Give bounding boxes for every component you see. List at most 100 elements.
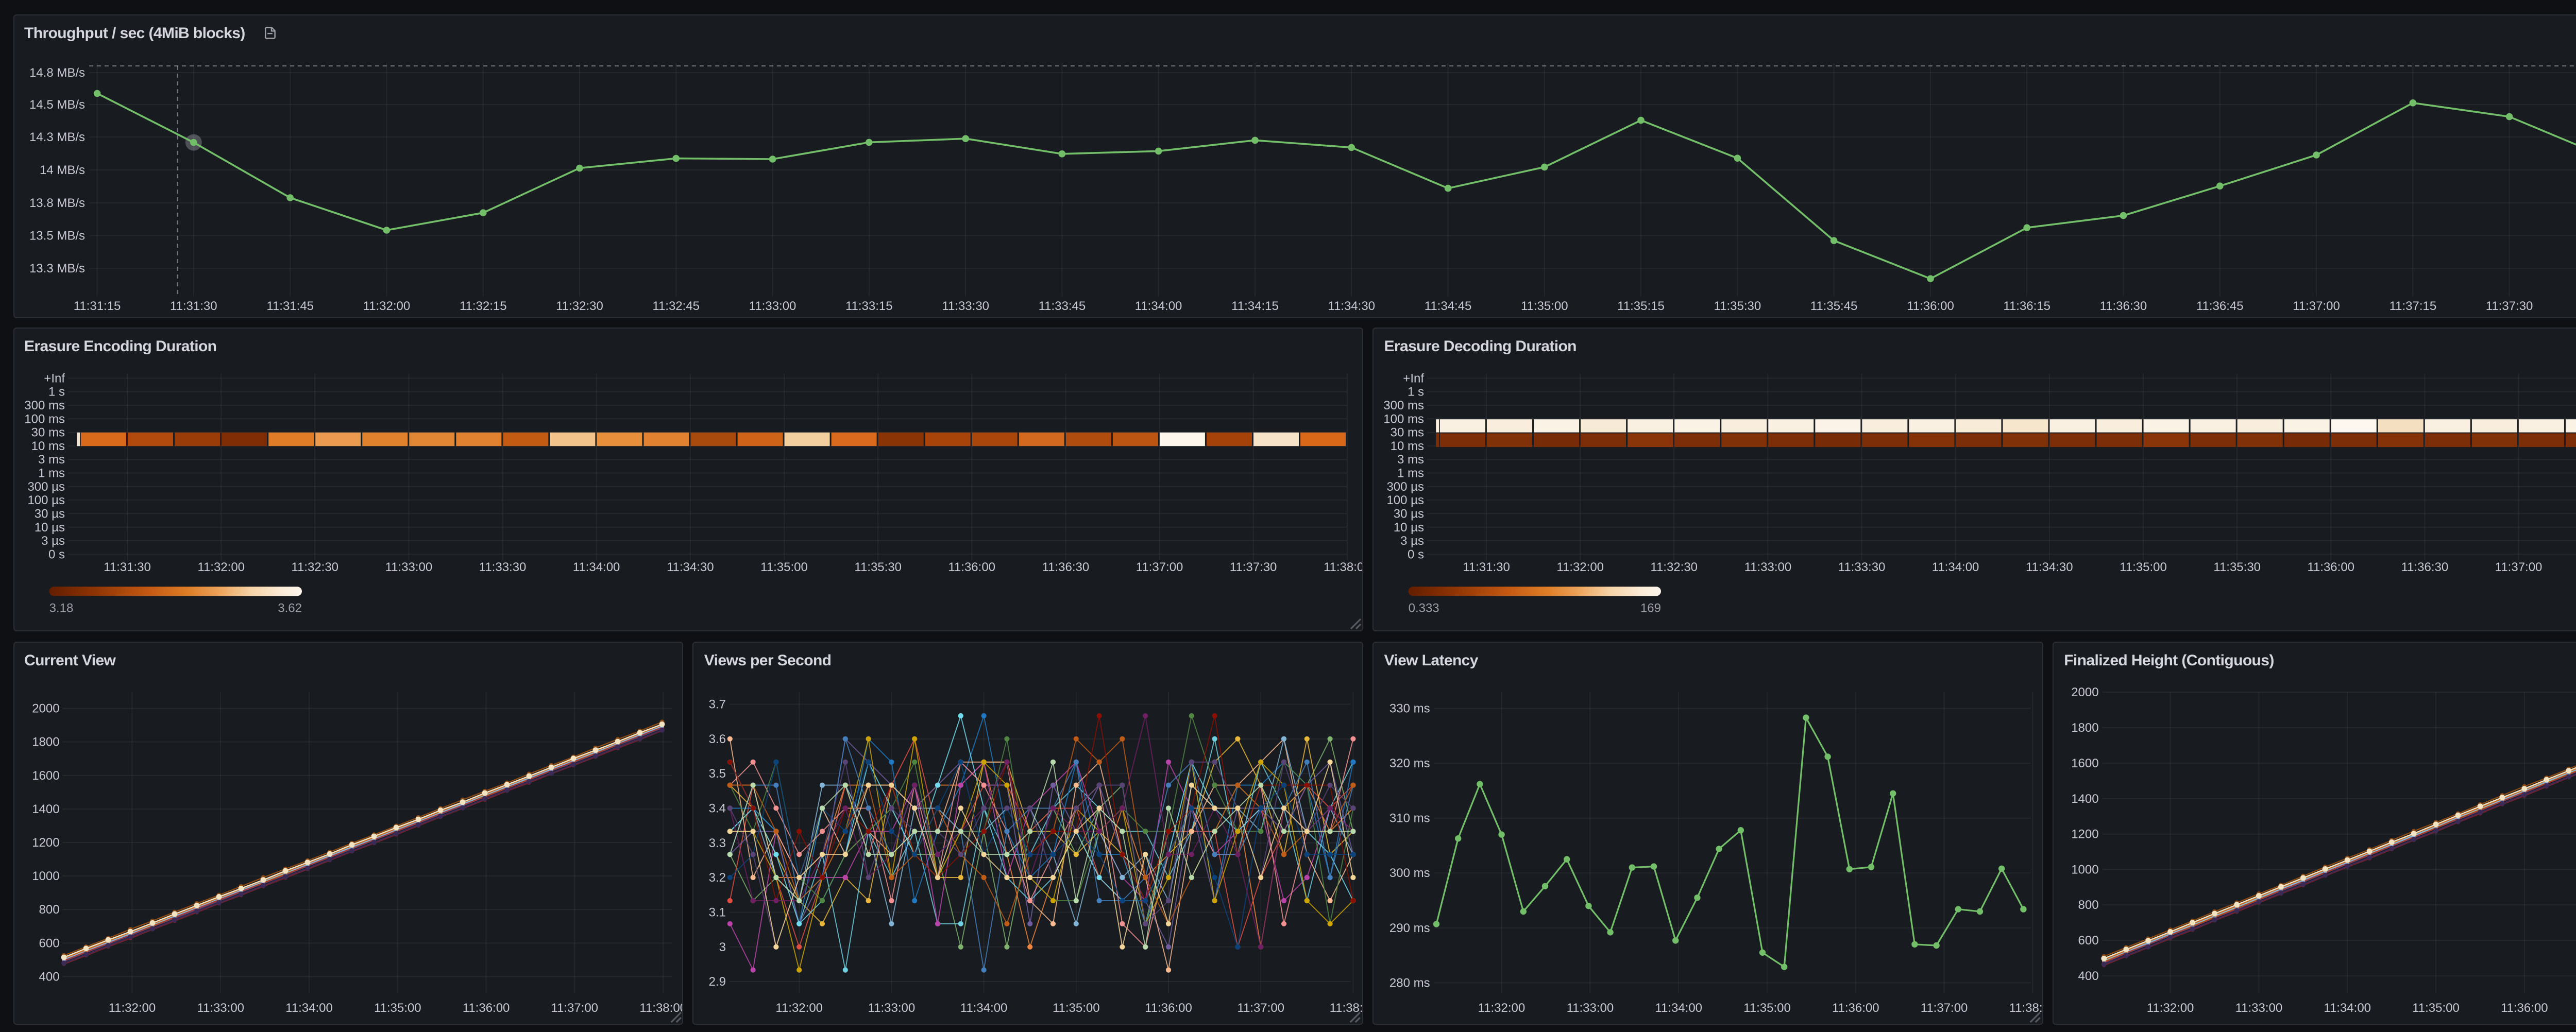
- svg-text:1400: 1400: [2071, 792, 2098, 805]
- svg-text:11:33:00: 11:33:00: [1744, 560, 1792, 574]
- svg-text:3 ms: 3 ms: [38, 453, 64, 467]
- svg-text:11:35:15: 11:35:15: [1617, 300, 1664, 314]
- svg-text:330 ms: 330 ms: [1389, 701, 1430, 715]
- svg-text:11:36:15: 11:36:15: [2003, 300, 2050, 314]
- svg-text:100 ms: 100 ms: [24, 412, 64, 426]
- svg-text:10 µs: 10 µs: [34, 521, 64, 535]
- svg-text:169: 169: [1640, 601, 1661, 615]
- svg-text:11:34:00: 11:34:00: [961, 1001, 1008, 1014]
- svg-text:11:37:00: 11:37:00: [550, 1001, 598, 1014]
- svg-text:600: 600: [39, 936, 59, 950]
- svg-text:11:36:45: 11:36:45: [2196, 300, 2243, 314]
- svg-text:11:37:00: 11:37:00: [1136, 560, 1183, 574]
- svg-text:0 s: 0 s: [1408, 548, 1424, 562]
- svg-text:11:34:00: 11:34:00: [572, 560, 620, 574]
- svg-text:11:36:00: 11:36:00: [1832, 1001, 1879, 1014]
- svg-text:3.7: 3.7: [709, 697, 726, 711]
- svg-text:11:35:30: 11:35:30: [854, 560, 901, 574]
- svg-text:11:31:15: 11:31:15: [73, 300, 121, 314]
- svg-text:11:31:30: 11:31:30: [103, 560, 150, 574]
- svg-text:11:37:30: 11:37:30: [2485, 300, 2533, 314]
- svg-text:11:34:30: 11:34:30: [666, 560, 714, 574]
- svg-text:30 ms: 30 ms: [1391, 426, 1424, 440]
- svg-text:11:34:15: 11:34:15: [1231, 300, 1278, 314]
- svg-text:11:35:00: 11:35:00: [1520, 300, 1568, 314]
- svg-text:11:37:00: 11:37:00: [1238, 1001, 1285, 1014]
- svg-text:3.1: 3.1: [709, 905, 726, 919]
- svg-text:11:35:00: 11:35:00: [760, 560, 807, 574]
- svg-text:1600: 1600: [2071, 756, 2098, 770]
- svg-text:11:36:00: 11:36:00: [462, 1001, 510, 1014]
- svg-text:11:35:00: 11:35:00: [2120, 560, 2167, 574]
- svg-text:14.8 MB/s: 14.8 MB/s: [29, 66, 84, 80]
- svg-text:11:37:00: 11:37:00: [1921, 1001, 1968, 1014]
- svg-text:10 µs: 10 µs: [1394, 521, 1424, 535]
- svg-text:11:36:00: 11:36:00: [2501, 1001, 2548, 1014]
- svg-text:1000: 1000: [2071, 862, 2098, 876]
- svg-text:11:34:30: 11:34:30: [2026, 560, 2073, 574]
- svg-text:11:37:00: 11:37:00: [2292, 300, 2340, 314]
- svg-text:290 ms: 290 ms: [1389, 921, 1430, 935]
- svg-text:2000: 2000: [31, 701, 59, 715]
- svg-text:11:36:30: 11:36:30: [1042, 560, 1089, 574]
- svg-text:11:33:00: 11:33:00: [868, 1001, 916, 1014]
- svg-text:11:31:30: 11:31:30: [1463, 560, 1511, 574]
- svg-text:3 µs: 3 µs: [1401, 534, 1425, 548]
- svg-text:3 ms: 3 ms: [1397, 453, 1424, 467]
- svg-text:1 ms: 1 ms: [38, 467, 64, 480]
- svg-text:30 µs: 30 µs: [1394, 507, 1424, 521]
- svg-text:11:38:00: 11:38:00: [1330, 1001, 1363, 1014]
- svg-text:320 ms: 320 ms: [1389, 756, 1430, 770]
- svg-text:2.9: 2.9: [709, 974, 726, 988]
- svg-text:300 ms: 300 ms: [1389, 866, 1430, 880]
- svg-text:11:34:00: 11:34:00: [1932, 560, 1979, 574]
- svg-text:400: 400: [2078, 969, 2099, 983]
- svg-text:11:35:45: 11:35:45: [1810, 300, 1857, 314]
- svg-text:11:31:45: 11:31:45: [266, 300, 313, 314]
- svg-text:300 µs: 300 µs: [1387, 480, 1425, 494]
- svg-text:11:32:00: 11:32:00: [108, 1001, 156, 1014]
- svg-text:3 µs: 3 µs: [41, 534, 64, 548]
- svg-text:11:34:00: 11:34:00: [1655, 1001, 1703, 1014]
- svg-text:11:33:00: 11:33:00: [1567, 1001, 1614, 1014]
- svg-text:11:33:00: 11:33:00: [2235, 1001, 2283, 1014]
- svg-text:3.2: 3.2: [709, 870, 726, 884]
- svg-text:11:37:15: 11:37:15: [2389, 300, 2436, 314]
- svg-text:600: 600: [2078, 933, 2099, 947]
- svg-text:300 ms: 300 ms: [1384, 399, 1425, 412]
- svg-text:11:32:00: 11:32:00: [1557, 560, 1604, 574]
- svg-text:280 ms: 280 ms: [1389, 975, 1430, 989]
- svg-text:11:37:00: 11:37:00: [2495, 560, 2543, 574]
- svg-text:11:34:30: 11:34:30: [1327, 300, 1375, 314]
- svg-text:11:33:00: 11:33:00: [196, 1001, 244, 1014]
- svg-text:11:35:30: 11:35:30: [1714, 300, 1761, 314]
- svg-text:11:35:00: 11:35:00: [1744, 1001, 1791, 1014]
- svg-text:11:32:45: 11:32:45: [652, 300, 699, 314]
- svg-text:0.333: 0.333: [1409, 601, 1439, 615]
- svg-text:3.62: 3.62: [277, 601, 301, 615]
- svg-text:14.5 MB/s: 14.5 MB/s: [29, 98, 84, 112]
- svg-text:1 s: 1 s: [1408, 385, 1424, 399]
- svg-text:11:32:15: 11:32:15: [459, 300, 506, 314]
- svg-text:11:38:00: 11:38:00: [639, 1001, 683, 1014]
- svg-text:1000: 1000: [31, 869, 59, 883]
- svg-text:14 MB/s: 14 MB/s: [39, 164, 84, 178]
- svg-text:11:33:00: 11:33:00: [749, 300, 796, 314]
- svg-text:11:33:30: 11:33:30: [1838, 560, 1886, 574]
- svg-text:11:34:00: 11:34:00: [2324, 1001, 2371, 1014]
- svg-text:11:32:30: 11:32:30: [291, 560, 338, 574]
- svg-text:100 µs: 100 µs: [27, 493, 64, 507]
- svg-text:0 s: 0 s: [48, 548, 64, 562]
- svg-text:1 ms: 1 ms: [1397, 467, 1424, 480]
- svg-text:30 ms: 30 ms: [31, 426, 64, 440]
- svg-text:11:32:00: 11:32:00: [1478, 1001, 1526, 1014]
- svg-text:3.4: 3.4: [709, 801, 726, 815]
- svg-text:11:33:15: 11:33:15: [845, 300, 892, 314]
- svg-text:11:32:30: 11:32:30: [555, 300, 603, 314]
- svg-text:30 µs: 30 µs: [34, 507, 64, 521]
- svg-text:3: 3: [719, 940, 726, 954]
- svg-text:11:32:00: 11:32:00: [197, 560, 244, 574]
- svg-text:+Inf: +Inf: [43, 372, 64, 386]
- svg-text:11:31:30: 11:31:30: [170, 300, 217, 314]
- svg-text:+Inf: +Inf: [1403, 372, 1425, 386]
